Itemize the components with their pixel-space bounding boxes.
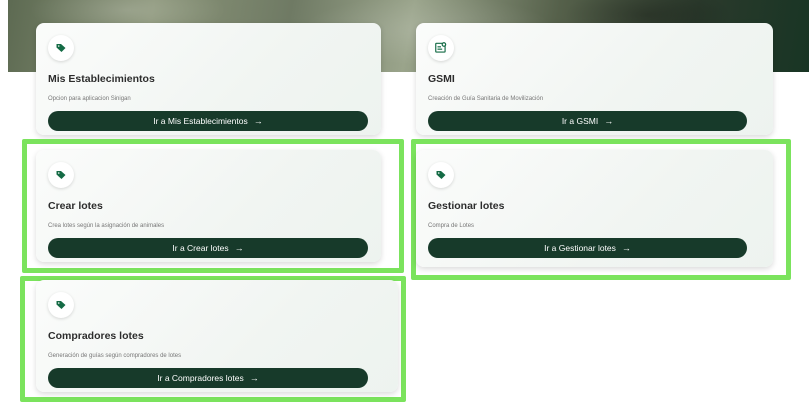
tag-icon — [428, 162, 454, 188]
card-gestionar-lotes: Gestionar lotes Compra de Lotes Ir a Ges… — [416, 150, 773, 267]
tag-icon — [48, 35, 74, 61]
go-compradores-lotes-button[interactable]: Ir a Compradores lotes → — [48, 368, 368, 388]
card-description: Creación de Guía Sanitaria de Movilizaci… — [428, 96, 544, 102]
card-compradores-lotes: Compradores lotes Generación de guías se… — [36, 280, 398, 392]
card-title: Crear lotes — [48, 200, 103, 212]
card-title: Gestionar lotes — [428, 200, 505, 212]
arrow-right-icon: → — [249, 373, 259, 383]
arrow-right-icon: → — [253, 116, 263, 126]
card-description: Crea lotes según la asignación de animal… — [48, 223, 165, 229]
button-label: Ir a Gestionar lotes — [544, 243, 616, 253]
card-crear-lotes: Crear lotes Crea lotes según la asignaci… — [36, 150, 381, 262]
arrow-right-icon: → — [234, 243, 244, 253]
arrow-right-icon: → — [604, 116, 614, 126]
tag-icon — [48, 292, 74, 318]
card-title: Mis Establecimientos — [48, 73, 155, 85]
go-mis-establecimientos-button[interactable]: Ir a Mis Establecimientos → — [48, 111, 368, 131]
go-gsmi-button[interactable]: Ir a GSMI → — [428, 111, 747, 131]
arrow-right-icon: → — [621, 243, 631, 253]
button-label: Ir a Crear lotes — [172, 243, 229, 253]
card-title: Compradores lotes — [48, 330, 144, 342]
tag-icon — [48, 162, 74, 188]
card-gsmi: GSMI Creación de Guía Sanitaria de Movil… — [416, 23, 773, 135]
button-label: Ir a Mis Establecimientos — [153, 116, 248, 126]
card-description: Opcion para aplicacion Sinigan — [48, 96, 131, 102]
card-description: Generación de guías según compradores de… — [48, 353, 182, 359]
card-mis-establecimientos: Mis Establecimientos Opcion para aplicac… — [36, 23, 381, 135]
button-label: Ir a Compradores lotes — [157, 373, 244, 383]
document-badge-icon — [428, 35, 454, 61]
button-label: Ir a GSMI — [561, 116, 599, 126]
card-title: GSMI — [428, 73, 455, 85]
go-gestionar-lotes-button[interactable]: Ir a Gestionar lotes → — [428, 238, 747, 258]
go-crear-lotes-button[interactable]: Ir a Crear lotes → — [48, 238, 368, 258]
card-description: Compra de Lotes — [428, 223, 475, 229]
